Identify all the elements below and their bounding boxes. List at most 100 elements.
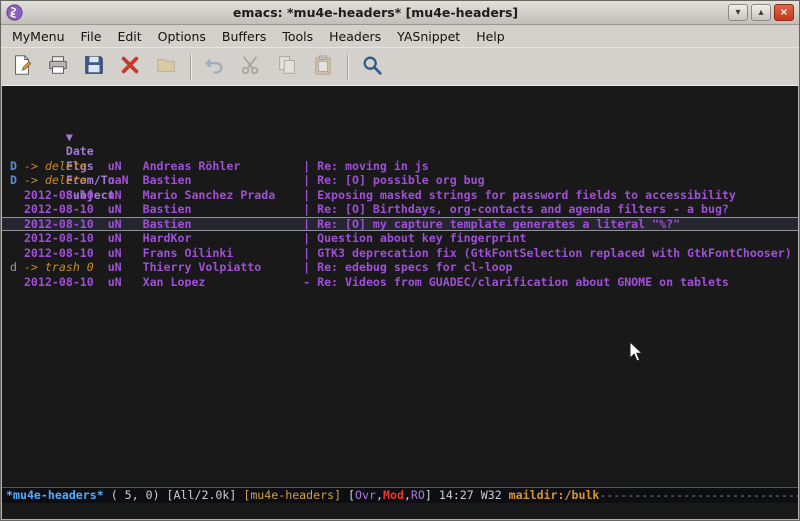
message-date: -> trash 0 [24,260,108,275]
sort-indicator-icon: ▼ [66,130,80,145]
headers-buffer[interactable]: ▼ Date Flgs From/To Subject D-> deleteuN… [2,86,798,287]
message-flags: uaN [108,173,143,188]
message-flags: uN [108,217,143,232]
message-row[interactable]: 2012-08-10uNMario Sanchez Prada| Exposin… [2,188,798,203]
menu-item-tools[interactable]: Tools [274,27,321,46]
message-from: Bastien [143,202,304,217]
open-file-icon [155,54,177,80]
menu-item-file[interactable]: File [73,27,110,46]
modeline-segment-plain: , [376,488,383,502]
close-button[interactable]: × [774,4,794,21]
column-header-date: Date [66,144,150,159]
search-icon [361,54,383,80]
paste-icon [312,54,334,80]
message-flags: uN [108,260,143,275]
mark-char [10,246,24,261]
echo-area[interactable] [2,503,798,519]
menu-item-buffers[interactable]: Buffers [214,27,274,46]
message-row[interactable]: d-> trash 0uNThierry Volpiatto| Re: edeb… [2,260,798,275]
message-from: HardKor [143,231,304,246]
toolbar-separator [347,54,348,80]
emacs-window: emacs: *mu4e-headers* [mu4e-headers] ▾ ▴… [0,0,800,521]
message-flags: uN [108,231,143,246]
message-from: Andreas Röhler [143,159,304,174]
menu-item-headers[interactable]: Headers [321,27,389,46]
maximize-button[interactable]: ▴ [751,4,771,21]
message-subject: | GTK3 deprecation fix (GtkFontSelection… [303,246,792,261]
cut-button [234,52,268,82]
undo-icon [204,54,226,80]
message-from: Bastien [143,217,304,232]
modeline-segment-plain: [ [341,488,355,502]
modeline-segment-mode-name: [mu4e-headers] [243,488,341,502]
message-row[interactable]: 2012-08-10uNXan Lopez- Re: Videos from G… [2,275,798,287]
text-area-frame: ▼ Date Flgs From/To Subject D-> deleteuN… [1,85,799,520]
close-buffer-button[interactable] [113,52,147,82]
titlebar: emacs: *mu4e-headers* [mu4e-headers] ▾ ▴… [1,1,799,25]
message-from: Xan Lopez [143,275,304,287]
modeline-segment-ro: RO [411,488,425,502]
message-subject: | Re: edebug specs for cl-loop [303,260,512,275]
mark-char: d [10,260,24,275]
message-flags: uN [108,275,143,287]
message-subject: - Re: Videos from GUADEC/clarification a… [303,275,729,287]
save-button[interactable] [77,52,111,82]
mark-char [10,188,24,203]
message-flags: uN [108,159,143,174]
menu-item-options[interactable]: Options [150,27,214,46]
message-date: -> delete [24,159,108,174]
message-subject: | Re: [O] Birthdays, org-contacts and ag… [303,202,729,217]
message-subject: | Re: [O] my capture template generates … [303,217,680,232]
modeline-segment-plain: ] [425,488,439,502]
toolbar-separator [190,54,191,80]
message-flags: uN [108,246,143,261]
minimize-button[interactable]: ▾ [728,4,748,21]
menu-item-yasnippet[interactable]: YASnippet [389,27,468,46]
message-from: Mario Sanchez Prada [143,188,304,203]
mode-line[interactable]: *mu4e-headers* ( 5, 0) [All/2.0k] [mu4e-… [2,487,798,503]
maximize-icon: ▴ [758,7,763,18]
message-from: Frans Oilinki [143,246,304,261]
window-title: emacs: *mu4e-headers* [mu4e-headers] [27,5,724,20]
message-list: D-> deleteuNAndreas Röhler| Re: moving i… [2,159,798,287]
message-row[interactable]: D-> deleteuaNBastien| Re: [O] possible o… [2,173,798,188]
close-icon: × [780,7,788,18]
menu-item-edit[interactable]: Edit [109,27,149,46]
menu-item-help[interactable]: Help [468,27,513,46]
empty-buffer-space [2,287,798,488]
message-date: 2012-08-10 [24,202,108,217]
message-subject: | Question about key fingerprint [303,231,526,246]
print-button[interactable] [41,52,75,82]
message-row[interactable]: 2012-08-10uNFrans Oilinki| GTK3 deprecat… [2,246,798,261]
message-from: Thierry Volpiatto [143,260,304,275]
copy-icon [276,54,298,80]
message-row[interactable]: 2012-08-10uNHardKor| Question about key … [2,231,798,246]
message-date: 2012-08-10 [24,246,108,261]
message-date: 2012-08-10 [24,275,108,287]
mark-char [10,202,24,217]
search-button[interactable] [355,52,389,82]
modeline-segment-filler: ----------------------------------------… [599,488,798,502]
undo-button [198,52,232,82]
mark-char [10,231,24,246]
message-subject: | Re: moving in js [303,159,429,174]
print-icon [47,54,69,80]
menubar: MyMenu File Edit Options Buffers Tools H… [1,25,799,47]
emacs-logo-icon[interactable] [6,4,23,21]
message-flags: uN [108,202,143,217]
message-row[interactable]: D-> deleteuNAndreas Röhler| Re: moving i… [2,159,798,174]
copy-button [270,52,304,82]
new-file-button[interactable] [5,52,39,82]
new-file-icon [11,54,33,80]
modeline-segment-maildir: maildir:/bulk [509,488,600,502]
message-row[interactable]: 2012-08-10uNBastien| Re: [O] Birthdays, … [2,202,798,217]
modeline-segment-buffer-name: *mu4e-headers* [6,488,104,502]
menu-item-mymenu[interactable]: MyMenu [4,27,73,46]
window-controls: ▾ ▴ × [728,4,794,21]
message-row-current[interactable]: 2012-08-10uNBastien| Re: [O] my capture … [2,217,798,232]
message-flags: uN [108,188,143,203]
paste-button [306,52,340,82]
modeline-segment-mod: Mod [383,488,404,502]
close-buffer-icon [119,54,141,80]
message-subject: | Re: [O] possible org bug [303,173,484,188]
